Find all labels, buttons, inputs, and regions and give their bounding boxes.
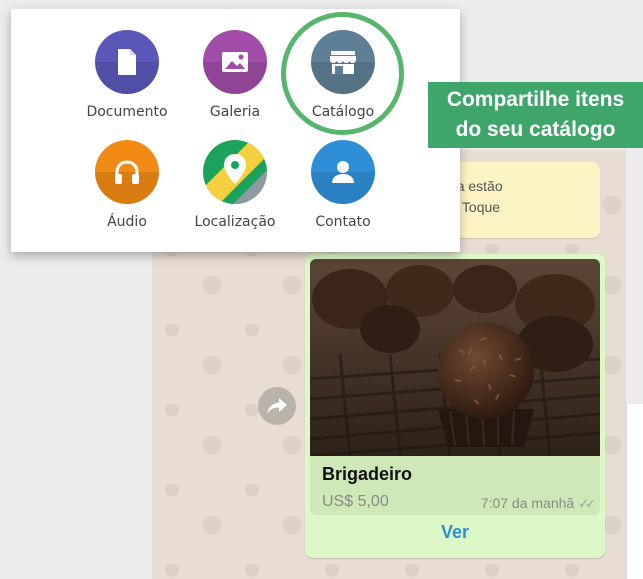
attach-contact-label: Contato [315, 214, 371, 230]
headphones-icon[interactable] [95, 140, 159, 204]
side-panel-edge [626, 404, 643, 579]
attach-document-label: Documento [86, 104, 168, 120]
message-time: 7:07 da manhã ✓✓ [480, 495, 596, 512]
product-card[interactable]: Brigadeiro US$ 5,00 7:07 da manhã ✓✓ [310, 259, 600, 515]
document-icon[interactable] [95, 30, 159, 94]
attach-gallery-label: Galeria [209, 104, 261, 120]
attach-audio[interactable]: Áudio [67, 140, 187, 230]
attach-audio-label: Áudio [107, 214, 147, 230]
location-icon[interactable] [203, 140, 267, 204]
product-message-bubble[interactable]: Brigadeiro US$ 5,00 7:07 da manhã ✓✓ Ver [305, 254, 605, 558]
catalog-callout: Compartilhe itens do seu catálogo [428, 82, 643, 148]
attach-contact[interactable]: Contato [283, 140, 403, 230]
product-image [310, 259, 600, 456]
catalog-highlight-ring [281, 12, 404, 135]
attach-location[interactable]: Localização [175, 140, 295, 230]
callout-line-2: do seu catálogo [455, 118, 616, 141]
product-name: Brigadeiro [322, 464, 413, 484]
callout-line-1: Compartilhe itens [446, 88, 625, 111]
forward-icon [267, 398, 287, 414]
attach-gallery[interactable]: Galeria [175, 30, 295, 120]
attach-document[interactable]: Documento [67, 30, 187, 120]
forward-button[interactable] [258, 387, 296, 425]
gallery-icon[interactable] [203, 30, 267, 94]
contact-icon[interactable] [311, 140, 375, 204]
attach-location-label: Localização [194, 214, 276, 230]
double-check-icon: ✓✓ [578, 496, 596, 511]
product-price: US$ 5,00 [322, 493, 389, 510]
message-time-text: 7:07 da manhã [480, 495, 575, 511]
view-product-button[interactable]: Ver [305, 522, 605, 543]
